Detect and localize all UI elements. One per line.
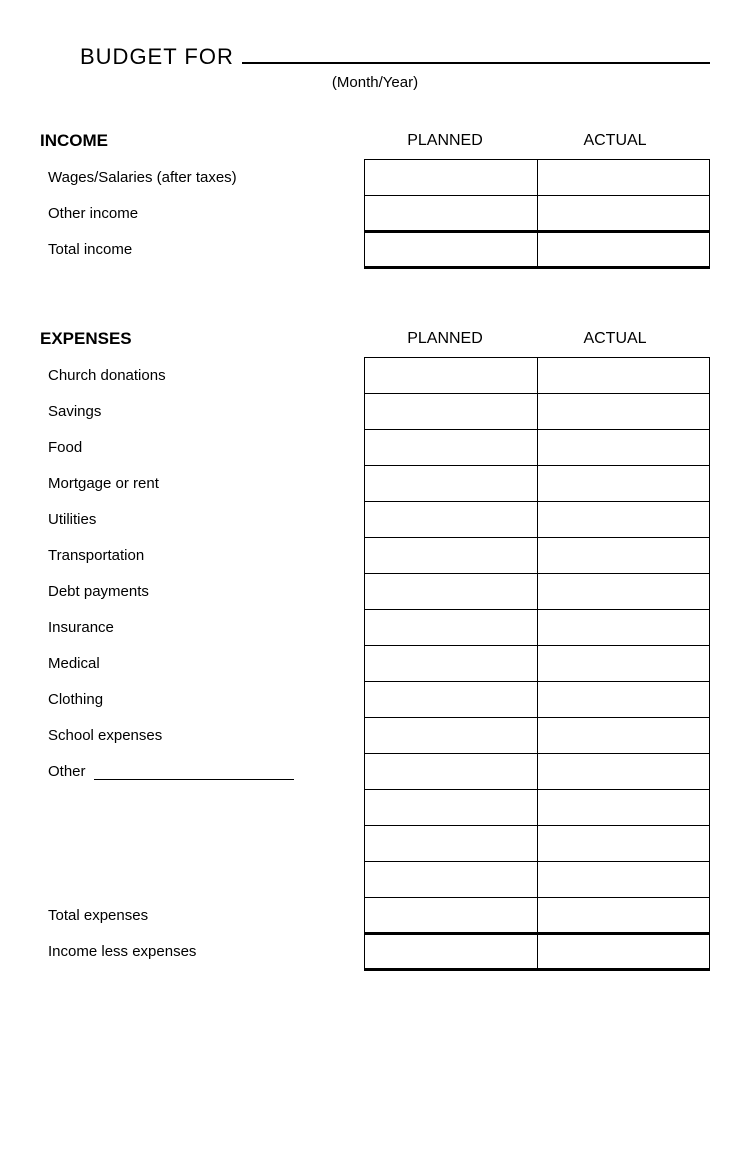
transportation-planned[interactable] [365, 538, 537, 574]
blank-planned-2[interactable] [365, 826, 537, 862]
other-underline [94, 779, 294, 780]
food-actual[interactable] [537, 430, 709, 466]
other-income-label: Other income [40, 196, 365, 232]
table-row [40, 862, 710, 898]
table-row: Medical [40, 646, 710, 682]
budget-title-line[interactable] [242, 40, 710, 64]
expenses-section: EXPENSES PLANNED ACTUAL Church donations… [40, 319, 710, 971]
blank-planned-3[interactable] [365, 862, 537, 898]
expenses-planned-header: PLANNED [360, 330, 530, 348]
budget-header: BUDGET FOR (Month/Year) [40, 40, 710, 91]
expenses-label: EXPENSES [40, 329, 360, 349]
page: BUDGET FOR (Month/Year) INCOME PLANNED A… [0, 0, 750, 1011]
food-label: Food [40, 430, 365, 466]
table-row [40, 826, 710, 862]
table-row: School expenses [40, 718, 710, 754]
blank-actual-1[interactable] [537, 790, 709, 826]
blank-actual-3[interactable] [537, 862, 709, 898]
insurance-planned[interactable] [365, 610, 537, 646]
transportation-actual[interactable] [537, 538, 709, 574]
food-planned[interactable] [365, 430, 537, 466]
month-year-label: (Month/Year) [40, 74, 710, 91]
table-row: Other income [40, 196, 710, 232]
table-row: Mortgage or rent [40, 466, 710, 502]
table-row: Food [40, 430, 710, 466]
wages-planned[interactable] [365, 160, 537, 196]
medical-label: Medical [40, 646, 365, 682]
table-row: Savings [40, 394, 710, 430]
clothing-planned[interactable] [365, 682, 537, 718]
medical-actual[interactable] [537, 646, 709, 682]
table-row [40, 790, 710, 826]
table-row: Other [40, 754, 710, 790]
blank-actual-2[interactable] [537, 826, 709, 862]
income-actual-header: ACTUAL [530, 132, 700, 150]
mortgage-rent-label: Mortgage or rent [40, 466, 365, 502]
clothing-actual[interactable] [537, 682, 709, 718]
total-income-planned[interactable] [365, 232, 537, 268]
other-actual[interactable] [537, 754, 709, 790]
mortgage-rent-planned[interactable] [365, 466, 537, 502]
total-expenses-label: Total expenses [40, 898, 365, 934]
total-income-actual[interactable] [537, 232, 709, 268]
blank-planned-1[interactable] [365, 790, 537, 826]
utilities-label: Utilities [40, 502, 365, 538]
other-label: Other [40, 754, 365, 790]
insurance-label: Insurance [40, 610, 365, 646]
other-income-actual[interactable] [537, 196, 709, 232]
total-income-row: Total income [40, 232, 710, 268]
medical-planned[interactable] [365, 646, 537, 682]
blank-label-3 [40, 862, 365, 898]
debt-payments-planned[interactable] [365, 574, 537, 610]
debt-payments-label: Debt payments [40, 574, 365, 610]
budget-title-row: BUDGET FOR [40, 40, 710, 70]
income-label: INCOME [40, 131, 360, 151]
wages-actual[interactable] [537, 160, 709, 196]
debt-payments-actual[interactable] [537, 574, 709, 610]
savings-label: Savings [40, 394, 365, 430]
table-row: Transportation [40, 538, 710, 574]
mortgage-rent-actual[interactable] [537, 466, 709, 502]
school-expenses-planned[interactable] [365, 718, 537, 754]
savings-planned[interactable] [365, 394, 537, 430]
school-expenses-label: School expenses [40, 718, 365, 754]
income-less-actual[interactable] [537, 934, 709, 970]
income-section: INCOME PLANNED ACTUAL Wages/Salaries (af… [40, 121, 710, 269]
church-donations-planned[interactable] [365, 358, 537, 394]
expenses-table: Church donations Savings Food Mortgage o… [40, 357, 710, 971]
school-expenses-actual[interactable] [537, 718, 709, 754]
transportation-label: Transportation [40, 538, 365, 574]
income-less-planned[interactable] [365, 934, 537, 970]
insurance-actual[interactable] [537, 610, 709, 646]
table-row: Debt payments [40, 574, 710, 610]
income-planned-header: PLANNED [360, 132, 530, 150]
table-row: Utilities [40, 502, 710, 538]
income-less-label: Income less expenses [40, 934, 365, 970]
blank-label-2 [40, 826, 365, 862]
total-expenses-actual[interactable] [537, 898, 709, 934]
church-donations-label: Church donations [40, 358, 365, 394]
blank-label-1 [40, 790, 365, 826]
church-donations-actual[interactable] [537, 358, 709, 394]
table-row: Wages/Salaries (after taxes) [40, 160, 710, 196]
utilities-planned[interactable] [365, 502, 537, 538]
income-section-header: INCOME PLANNED ACTUAL [40, 121, 710, 151]
expenses-section-header: EXPENSES PLANNED ACTUAL [40, 319, 710, 349]
table-row: Insurance [40, 610, 710, 646]
clothing-label: Clothing [40, 682, 365, 718]
savings-actual[interactable] [537, 394, 709, 430]
utilities-actual[interactable] [537, 502, 709, 538]
budget-for-label: BUDGET FOR [80, 44, 234, 70]
income-table: Wages/Salaries (after taxes) Other incom… [40, 159, 710, 269]
table-row: Church donations [40, 358, 710, 394]
total-expenses-planned[interactable] [365, 898, 537, 934]
wages-label: Wages/Salaries (after taxes) [40, 160, 365, 196]
other-planned[interactable] [365, 754, 537, 790]
income-less-row: Income less expenses [40, 934, 710, 970]
total-income-label: Total income [40, 232, 365, 268]
expenses-actual-header: ACTUAL [530, 330, 700, 348]
table-row: Clothing [40, 682, 710, 718]
other-income-planned[interactable] [365, 196, 537, 232]
total-expenses-row: Total expenses [40, 898, 710, 934]
